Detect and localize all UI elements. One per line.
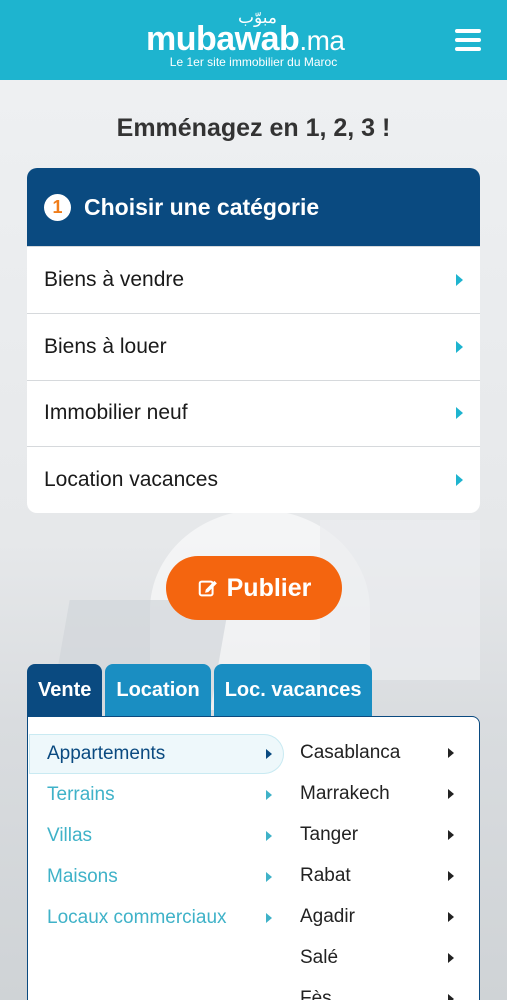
chevron-right-icon — [456, 474, 463, 487]
hamburger-icon[interactable] — [455, 29, 481, 51]
property-type-label: Maisons — [47, 866, 118, 887]
city-label: Salé — [300, 947, 339, 968]
tab-vente[interactable]: Vente — [27, 664, 103, 716]
property-type-item[interactable]: Locaux commerciaux — [29, 898, 284, 938]
city-label: Rabat — [300, 865, 351, 886]
chevron-right-icon — [448, 871, 454, 881]
category-item-label: Immobilier neuf — [44, 401, 188, 425]
chevron-right-icon — [448, 789, 454, 799]
category-item-label: Biens à vendre — [44, 267, 185, 291]
category-item[interactable]: Immobilier neuf — [27, 379, 480, 447]
city-item[interactable]: Rabat — [300, 856, 460, 896]
property-type-label: Appartements — [47, 743, 166, 764]
site-logo[interactable]: mubawab.ma — [146, 20, 345, 60]
property-type-item[interactable]: Villas — [29, 816, 284, 856]
city-label: Agadir — [300, 906, 355, 927]
logo-name: mubawab — [146, 20, 300, 58]
property-type-item[interactable]: Appartements — [29, 734, 284, 774]
city-item[interactable]: Salé — [300, 938, 460, 978]
city-label: Tanger — [300, 824, 359, 845]
chevron-right-icon — [266, 831, 272, 841]
chevron-right-icon — [266, 913, 272, 923]
publish-label: Publier — [226, 573, 312, 602]
search-panel: Appartements Terrains Villas Maisons Loc… — [27, 716, 480, 1000]
tab-loc-vacances[interactable]: Loc. vacances — [213, 664, 373, 716]
chevron-right-icon — [448, 912, 454, 922]
city-label: Fès — [300, 988, 332, 1000]
city-label: Marrakech — [300, 783, 390, 804]
category-item[interactable]: Biens à louer — [27, 312, 480, 380]
logo-tagline: Le 1er site immobilier du Maroc — [169, 55, 338, 69]
chevron-right-icon — [266, 872, 272, 882]
property-type-item[interactable]: Terrains — [29, 775, 284, 815]
tab-location[interactable]: Location — [105, 664, 211, 716]
category-card-header: 1 Choisir une catégorie — [27, 168, 480, 246]
property-type-label: Locaux commerciaux — [47, 907, 227, 928]
chevron-right-icon — [448, 748, 454, 758]
top-header: مبوّب mubawab.ma Le 1er site immobilier … — [0, 0, 507, 80]
category-item-label: Biens à louer — [44, 334, 167, 358]
city-item[interactable]: Tanger — [300, 815, 460, 855]
edit-icon — [198, 580, 217, 597]
chevron-right-icon — [266, 749, 272, 759]
chevron-right-icon — [456, 407, 463, 420]
chevron-right-icon — [266, 790, 272, 800]
page-headline: Emménagez en 1, 2, 3 ! — [116, 114, 391, 142]
category-card-title: Choisir une catégorie — [84, 193, 320, 220]
chevron-right-icon — [456, 340, 463, 353]
category-item[interactable]: Biens à vendre — [27, 246, 480, 313]
step-number-badge: 1 — [44, 193, 71, 221]
chevron-right-icon — [448, 953, 454, 963]
city-item[interactable]: Fès — [300, 979, 460, 1000]
property-type-label: Villas — [47, 825, 93, 846]
city-item[interactable]: Marrakech — [300, 774, 460, 814]
logo-tld: .ma — [299, 25, 345, 56]
category-item[interactable]: Location vacances — [27, 446, 480, 513]
city-label: Casablanca — [300, 742, 401, 763]
chevron-right-icon — [448, 830, 454, 840]
hero-photo-shape — [320, 520, 480, 680]
city-item[interactable]: Agadir — [300, 897, 460, 937]
property-type-item[interactable]: Maisons — [29, 857, 284, 897]
city-item[interactable]: Casablanca — [300, 733, 460, 773]
property-type-label: Terrains — [47, 784, 115, 805]
transaction-tabs: Vente Location Loc. vacances — [27, 664, 375, 716]
chevron-right-icon — [456, 273, 463, 286]
chevron-right-icon — [448, 994, 454, 1000]
category-card: 1 Choisir une catégorie Biens à vendre B… — [27, 168, 480, 513]
publish-button[interactable]: Publier — [166, 556, 342, 620]
category-item-label: Location vacances — [44, 468, 218, 492]
